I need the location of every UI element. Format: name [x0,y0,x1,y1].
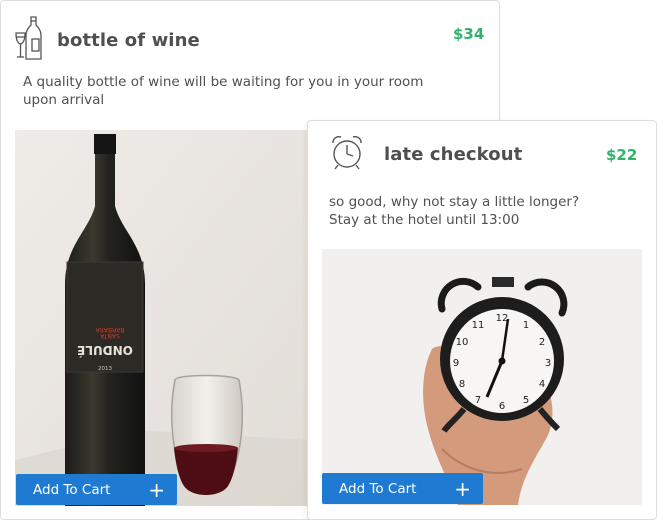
bottle-label-text: ONDULÉ [77,343,133,358]
svg-text:9: 9 [453,358,459,369]
product-photo-alarm-clock: 12 1 2 3 4 5 6 7 8 9 10 11 [322,249,642,505]
svg-text:11: 11 [472,320,485,331]
add-to-cart-button[interactable]: Add To Cart + [16,474,177,505]
svg-text:6: 6 [499,401,505,412]
add-to-cart-button[interactable]: Add To Cart + [322,473,483,504]
description-line: Stay at the hotel until 13:00 [329,212,520,228]
product-price: $22 [606,146,638,164]
product-description: A quality bottle of wine will be waiting… [23,73,483,109]
product-description: so good, why not stay a little longer? S… [329,193,639,229]
product-price: $34 [453,25,485,43]
svg-text:8: 8 [459,379,465,390]
bottle-label-year: 2013 [98,366,112,372]
svg-text:10: 10 [456,337,469,348]
svg-text:7: 7 [475,395,481,406]
svg-text:1: 1 [523,320,529,331]
product-photo-wine: ONDULÉ SANTA BARBARA 2013 [15,130,308,506]
svg-text:3: 3 [545,358,551,369]
plus-icon: + [454,476,471,501]
product-title: bottle of wine [57,30,200,51]
svg-text:4: 4 [539,379,545,390]
product-card-late-checkout: late checkout $22 so good, why not stay … [307,120,657,520]
description-line: A quality bottle of wine will be waiting… [23,74,424,90]
wine-bottle-glass-icon [15,15,43,65]
svg-text:2: 2 [539,337,545,348]
product-title: late checkout [384,144,523,165]
description-line: upon arrival [23,92,105,108]
svg-text:5: 5 [523,395,529,406]
add-to-cart-label: Add To Cart [339,480,417,497]
svg-text:BARBARA: BARBARA [95,326,125,333]
add-to-cart-label: Add To Cart [33,481,111,498]
plus-icon: + [148,477,165,502]
alarm-clock-icon [329,134,365,176]
description-line: so good, why not stay a little longer? [329,194,580,210]
